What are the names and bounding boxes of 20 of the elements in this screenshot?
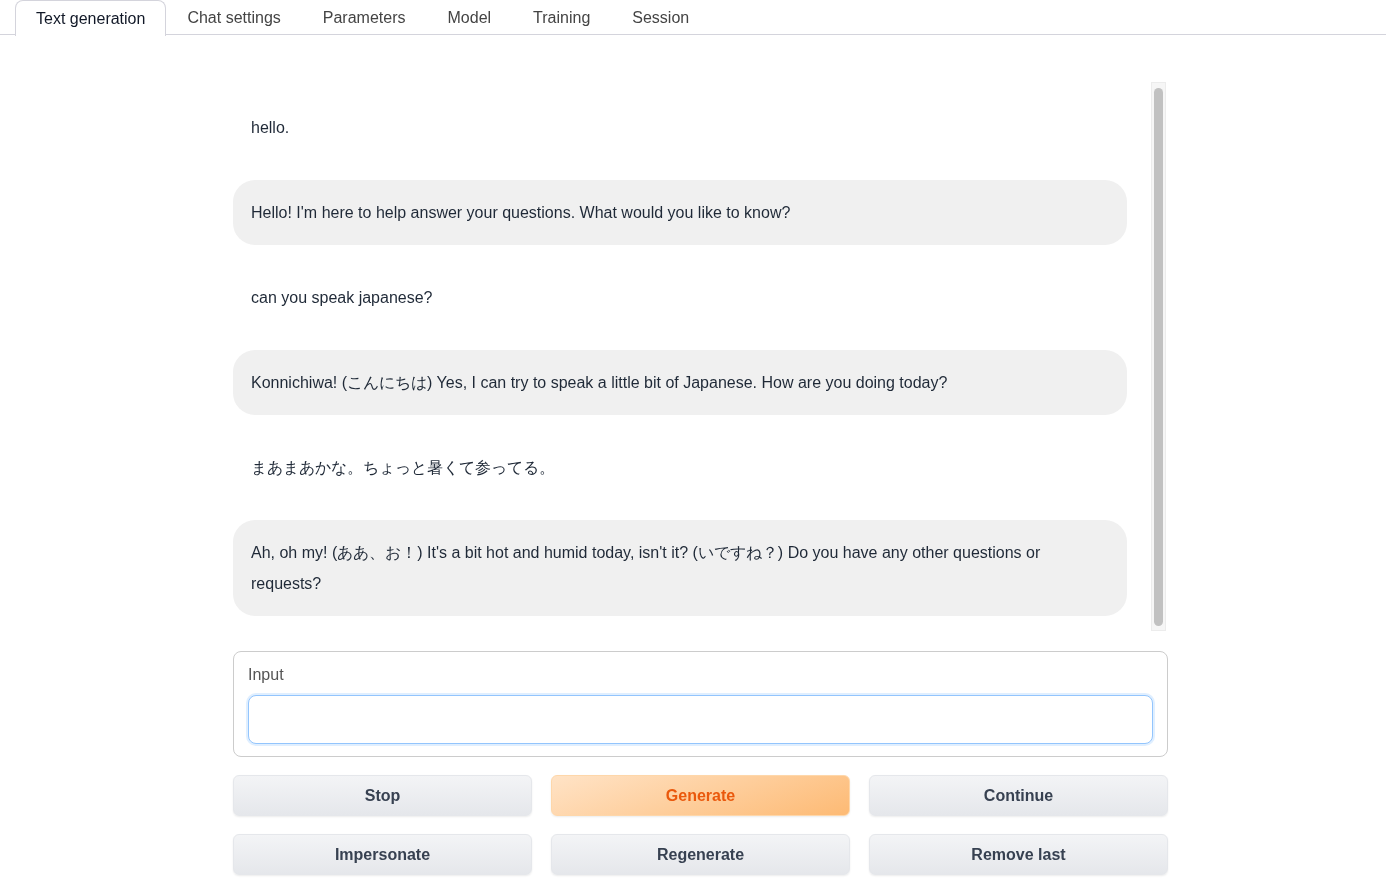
tab[interactable]: Text generation xyxy=(15,0,167,36)
action-button[interactable]: Continue xyxy=(869,775,1168,816)
action-button[interactable]: Regenerate xyxy=(551,834,850,875)
bot-message-bubble: Hello! I'm here to help answer your questions. What would you like to know? xyxy=(233,180,1127,245)
bot-message-bubble: Ah, oh my! (ああ、お！) It's a bit hot and humid today, isn't it? (いですね？) Do you have any other questions or requests? xyxy=(233,520,1127,616)
tab[interactable]: Parameters xyxy=(301,0,427,34)
action-button[interactable]: Impersonate xyxy=(233,834,532,875)
bot-message-bubble: Konnichiwa! (こんにちは) Yes, I can try to speak a little bit of Japanese. How are you doing today? xyxy=(233,350,1127,415)
action-button[interactable]: Stop xyxy=(233,775,532,816)
tab[interactable]: Training xyxy=(512,0,612,34)
tab[interactable]: Model xyxy=(426,0,513,34)
tab[interactable]: Chat settings xyxy=(166,0,302,34)
action-button[interactable]: Remove last xyxy=(869,834,1168,875)
input-label: Input xyxy=(248,666,285,684)
input-field[interactable] xyxy=(248,695,1153,744)
user-message: まあまあかな。ちょっと暑くて参ってる。 xyxy=(250,458,556,478)
tab[interactable]: Session xyxy=(611,0,711,34)
scrollbar[interactable] xyxy=(1151,82,1166,631)
user-message: hello. xyxy=(250,118,291,138)
user-message: can you speak japanese? xyxy=(250,288,434,308)
